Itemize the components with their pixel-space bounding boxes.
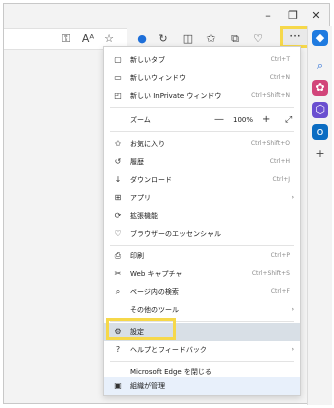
menu-item-web-capture[interactable]: ✂ Web キャプチャ Ctrl+Shift+S	[104, 265, 300, 283]
extensions-icon: ⟳	[114, 211, 122, 220]
favorites-icon[interactable]: ✩	[204, 32, 218, 46]
shopping-icon[interactable]: ✿	[312, 80, 328, 96]
menu-item-extensions[interactable]: ⟳ 拡張機能	[104, 207, 300, 225]
menu-divider	[110, 361, 294, 362]
history-icon: ↺	[114, 157, 122, 166]
inprivate-icon: ◰	[114, 91, 122, 100]
find-icon: ⌕	[115, 287, 121, 296]
apps-icon: ⊞	[114, 193, 122, 202]
favorite-star-icon[interactable]: ☆	[102, 32, 116, 46]
menu-item-org-managed[interactable]: ▣ 組織が管理	[104, 377, 300, 395]
menu-divider	[110, 245, 294, 246]
chevron-right-icon: ›	[291, 194, 294, 201]
menu-item-apps[interactable]: ⊞ アプリ ›	[104, 189, 300, 207]
edge-sidebar: ◆ ⌕ ✿ ⬡ o +	[307, 26, 332, 405]
performance-icon[interactable]: ♡	[251, 32, 265, 46]
extension-icon[interactable]: ●	[135, 32, 149, 46]
menu-item-downloads[interactable]: ↓ ダウンロード Ctrl+J	[104, 171, 300, 189]
new-window-icon: ▭	[114, 73, 122, 82]
menu-item-new-tab[interactable]: ▢ 新しいタブ Ctrl+T	[104, 51, 300, 69]
tools-icon[interactable]: ⬡	[312, 102, 328, 118]
gear-icon: ⚙	[114, 327, 122, 336]
download-icon: ↓	[114, 175, 122, 184]
briefcase-icon: ▣	[114, 381, 122, 390]
print-icon: ⎙	[114, 251, 122, 260]
menu-item-find-on-page[interactable]: ⌕ ページ内の検索 Ctrl+F	[104, 283, 300, 301]
close-button[interactable]: ✕	[306, 9, 326, 23]
menu-item-help-feedback[interactable]: ? ヘルプとフィードバック ›	[104, 341, 300, 359]
menu-item-browser-essentials[interactable]: ♡ ブラウザーのエッセンシャル	[104, 225, 300, 243]
help-icon: ?	[115, 345, 121, 354]
key-icon[interactable]: ⚿	[59, 32, 73, 46]
refresh-icon[interactable]: ↻	[156, 32, 170, 46]
menu-item-more-tools[interactable]: その他のツール ›	[104, 301, 300, 319]
settings-menu: ▢ 新しいタブ Ctrl+T ▭ 新しいウィンドウ Ctrl+N ◰ 新しい I…	[103, 46, 301, 396]
menu-item-settings[interactable]: ⚙ 設定	[104, 323, 300, 341]
chevron-right-icon: ›	[291, 346, 294, 353]
restore-button[interactable]: ❐	[283, 9, 303, 23]
heart-pulse-icon: ♡	[114, 229, 122, 238]
zoom-out-button[interactable]: —	[214, 111, 224, 129]
menu-item-new-window[interactable]: ▭ 新しいウィンドウ Ctrl+N	[104, 69, 300, 87]
add-icon[interactable]: +	[312, 146, 328, 162]
search-icon[interactable]: ⌕	[312, 58, 328, 74]
menu-divider	[110, 107, 294, 108]
menu-item-zoom: ズーム — 100% + ⤢	[104, 111, 300, 129]
minimize-button[interactable]: –	[258, 9, 278, 23]
menu-item-favorites[interactable]: ✩ お気に入り Ctrl+Shift+O	[104, 135, 300, 153]
zoom-value: 100%	[233, 116, 254, 124]
title-bar: – ❐ ✕	[4, 4, 329, 26]
outlook-icon[interactable]: o	[312, 124, 328, 140]
web-capture-icon: ✂	[114, 269, 122, 278]
menu-item-new-inprivate[interactable]: ◰ 新しい InPrivate ウィンドウ Ctrl+Shift+N	[104, 87, 300, 105]
menu-item-history[interactable]: ↺ 履歴 Ctrl+H	[104, 153, 300, 171]
fullscreen-icon[interactable]: ⤢	[285, 111, 292, 129]
read-aloud-icon[interactable]: Aᴬ	[81, 32, 95, 46]
settings-and-more-button[interactable]: ···	[280, 26, 310, 48]
chevron-right-icon: ›	[291, 306, 294, 313]
menu-divider	[110, 131, 294, 132]
split-screen-icon[interactable]: ◫	[181, 32, 195, 46]
zoom-in-button[interactable]: +	[262, 111, 270, 129]
collections-icon[interactable]: ⧉	[228, 32, 242, 46]
favorites-icon: ✩	[114, 139, 122, 148]
menu-divider	[110, 321, 294, 322]
new-tab-icon: ▢	[114, 55, 122, 64]
menu-item-print[interactable]: ⎙ 印刷 Ctrl+P	[104, 247, 300, 265]
copilot-icon[interactable]: ◆	[312, 30, 328, 46]
